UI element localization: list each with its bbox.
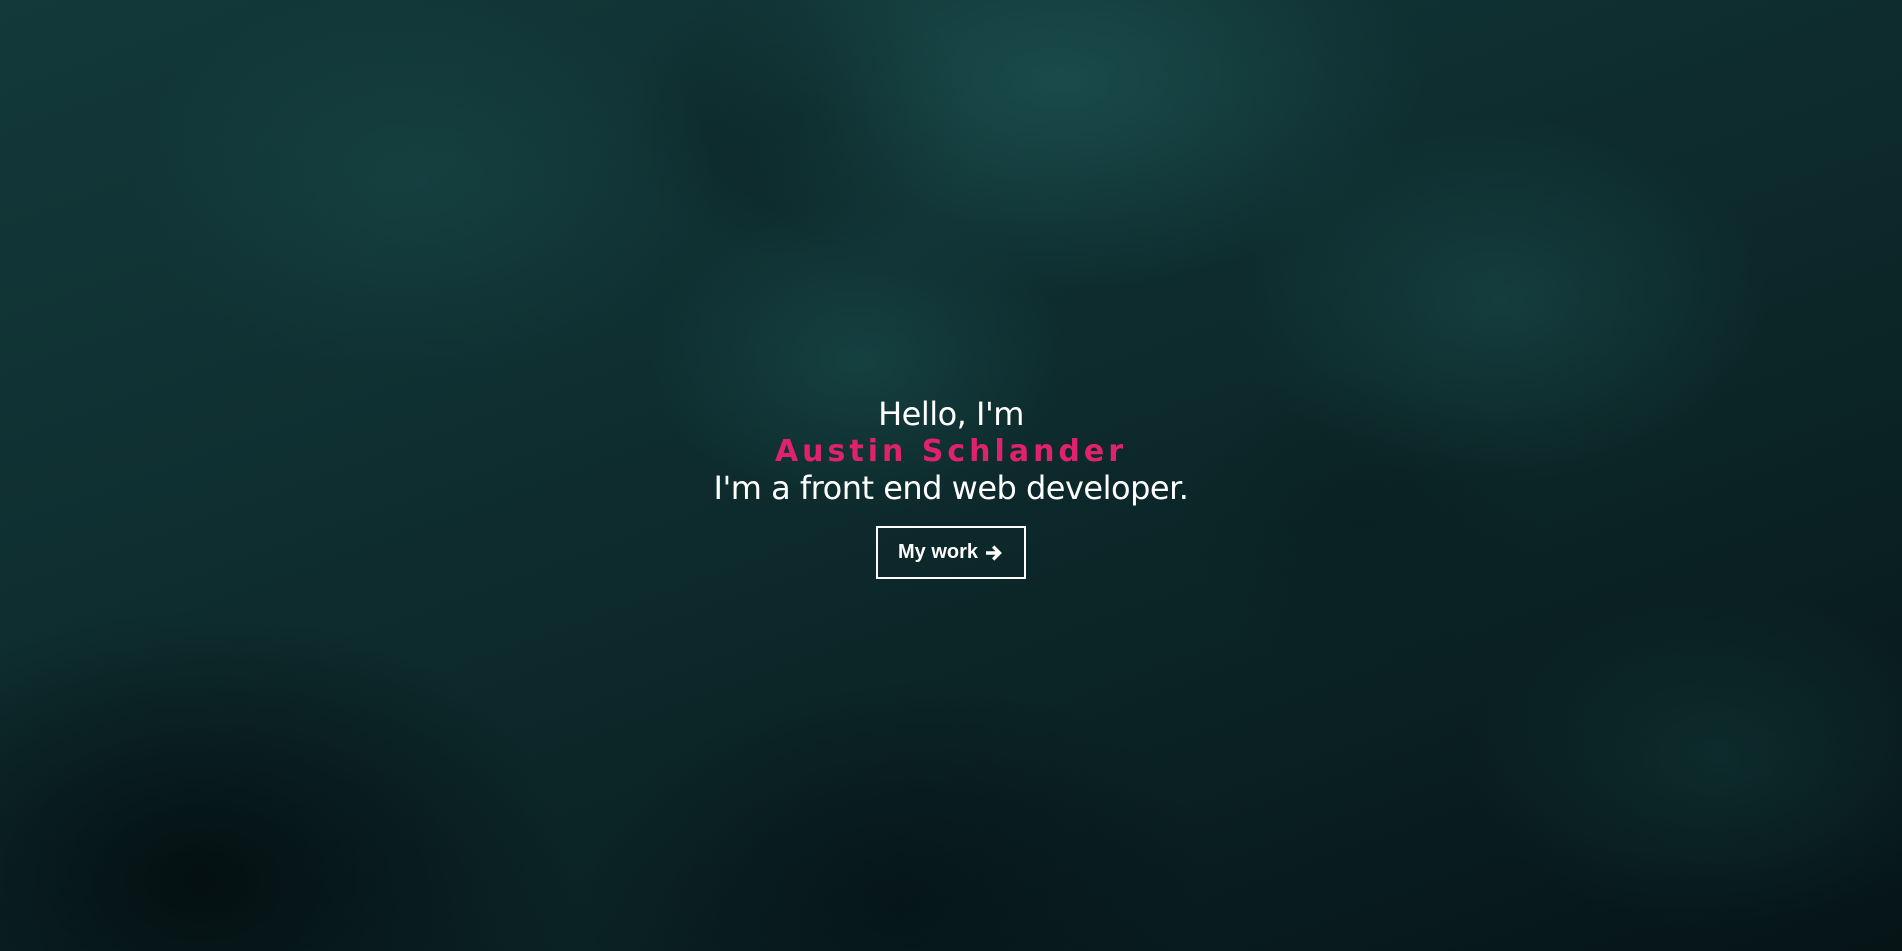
arrow-right-icon: [986, 544, 1002, 561]
hero-section: Hello, I'm Austin Schlander I'm a front …: [0, 396, 1902, 579]
my-work-button-label: My work: [897, 541, 979, 563]
hero-name: Austin Schlander: [774, 434, 1128, 469]
my-work-button[interactable]: My work: [875, 526, 1027, 579]
hero-greeting: Hello, I'm: [878, 395, 1024, 433]
cta-container: My work: [0, 526, 1902, 579]
hero-tagline: I'm a front end web developer.: [713, 469, 1189, 507]
